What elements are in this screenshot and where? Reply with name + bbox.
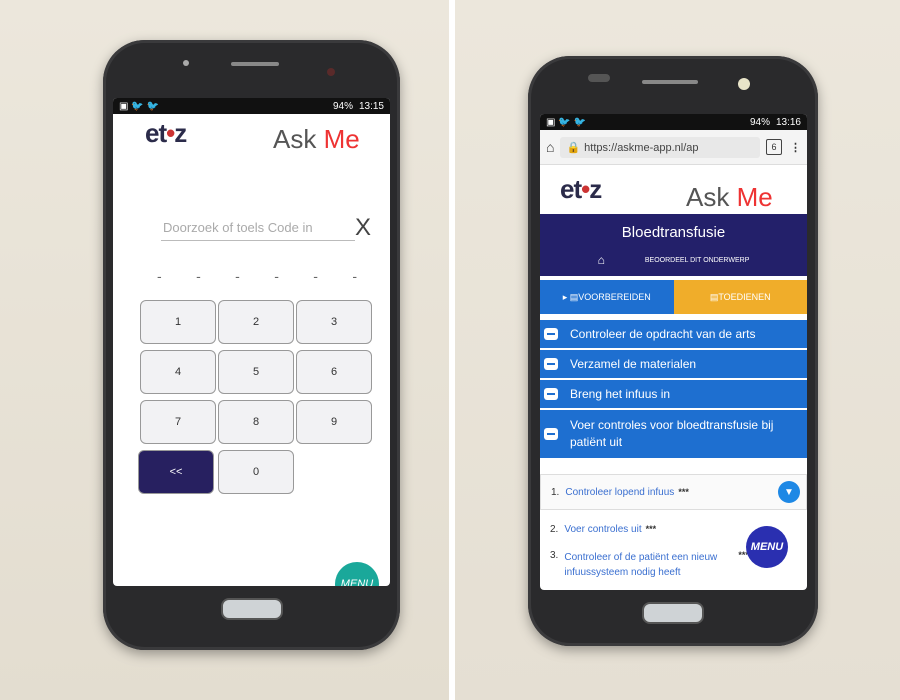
speech-bubble-icon [544, 388, 558, 400]
key-7[interactable]: 7 [140, 400, 216, 444]
status-left-icons: ▣ 🐦 🐦 [546, 116, 586, 128]
page-title: Bloedtransfusie [621, 224, 726, 241]
phase-tabs: ▸ ▤ VOORBEREIDEN ▤ TOEDIENEN [540, 280, 807, 314]
expand-chevron-icon[interactable]: ▼ [778, 481, 800, 503]
right-home-button[interactable] [642, 602, 704, 624]
right-phone-body: ▣ 🐦 🐦 94% 13:16 ⌂ 🔒 https://askme-app.nl/… [528, 56, 818, 646]
topic-header: Bloedtransfusie ⌂ BEOORDEEL DIT ONDERWER… [540, 214, 807, 276]
speech-bubble-icon [544, 328, 558, 340]
tab-switcher-button[interactable]: 6 [766, 139, 782, 155]
browser-url-bar: ⌂ 🔒 https://askme-app.nl/ap 6 ⋮ [540, 130, 807, 165]
search-input[interactable] [161, 214, 355, 241]
code-slot: - [313, 268, 318, 284]
menu-button[interactable]: MENU [335, 562, 379, 586]
code-slots: - - - - - - [157, 268, 357, 284]
tab-prepare[interactable]: ▸ ▤ VOORBEREIDEN [540, 280, 674, 314]
left-phone-sensor [327, 68, 335, 76]
right-phone-speaker [642, 80, 698, 84]
step-item[interactable]: Controleer de opdracht van de arts [540, 320, 807, 350]
key-1[interactable]: 1 [140, 300, 216, 344]
left-phone-speaker [231, 62, 279, 66]
step-item[interactable]: Breng het infuus in [540, 380, 807, 410]
url-field[interactable]: 🔒 https://askme-app.nl/ap [560, 136, 760, 158]
askme-logo: Ask Me [686, 182, 773, 212]
speech-bubble-icon [544, 428, 558, 440]
code-slot: - [352, 268, 357, 284]
left-photo-panel: ▣ 🐦 🐦 94% 13:15 et•z Ask Me X - - - - - … [0, 0, 449, 700]
askme-logo: Ask Me [273, 124, 360, 154]
right-photo-panel: ▣ 🐦 🐦 94% 13:16 ⌂ 🔒 https://askme-app.nl/… [455, 0, 900, 700]
key-4[interactable]: 4 [140, 350, 216, 394]
speech-bubble-icon [544, 358, 558, 370]
tab-administer[interactable]: ▤ TOEDIENEN [673, 280, 807, 314]
clock-label: 13:15 [358, 100, 384, 112]
code-slot: - [274, 268, 279, 284]
key-3[interactable]: 3 [296, 300, 372, 344]
key-2[interactable]: 2 [218, 300, 294, 344]
key-8[interactable]: 8 [218, 400, 294, 444]
clock-label: 13:16 [775, 116, 801, 128]
left-screen: ▣ 🐦 🐦 94% 13:15 et•z Ask Me X - - - - - … [113, 98, 390, 586]
lock-icon: 🔒 [566, 141, 581, 154]
left-phone-body: ▣ 🐦 🐦 94% 13:15 et•z Ask Me X - - - - - … [103, 40, 400, 650]
battery-label: 94% [749, 116, 770, 128]
code-slot: - [157, 268, 162, 284]
key-9[interactable]: 9 [296, 400, 372, 444]
left-status-bar: ▣ 🐦 🐦 94% 13:15 [113, 98, 390, 114]
backspace-key[interactable]: << [138, 450, 214, 494]
left-home-button[interactable] [221, 598, 283, 620]
left-phone-camera [183, 60, 189, 66]
step-item[interactable]: Verzamel de materialen [540, 350, 807, 380]
rate-topic-link[interactable]: BEOORDEEL DIT ONDERWERP [645, 257, 750, 264]
substep-item[interactable]: 1. Controleer lopend infuus *** ▼ [540, 474, 807, 510]
right-screen: ▣ 🐦 🐦 94% 13:16 ⌂ 🔒 https://askme-app.nl/… [540, 114, 807, 590]
key-6[interactable]: 6 [296, 350, 372, 394]
status-left-icons: ▣ 🐦 🐦 [119, 100, 159, 112]
etz-logo: et•z [145, 118, 187, 148]
step-item[interactable]: Voer controles voor bloedtransfusie bij … [540, 410, 807, 460]
right-phone-sensor-dots [588, 74, 610, 82]
key-0[interactable]: 0 [218, 450, 294, 494]
key-5[interactable]: 5 [218, 350, 294, 394]
etz-logo: et•z [560, 174, 602, 204]
battery-label: 94% [332, 100, 353, 112]
clear-search-button[interactable]: X [355, 214, 371, 242]
menu-button[interactable]: MENU [746, 526, 788, 568]
code-slot: - [196, 268, 201, 284]
home-icon[interactable]: ⌂ [546, 139, 554, 155]
code-slot: - [235, 268, 240, 284]
home-icon[interactable]: ⌂ [598, 253, 605, 267]
right-status-bar: ▣ 🐦 🐦 94% 13:16 [540, 114, 807, 130]
more-options-icon[interactable]: ⋮ [790, 141, 801, 154]
right-phone-camera [738, 78, 750, 90]
